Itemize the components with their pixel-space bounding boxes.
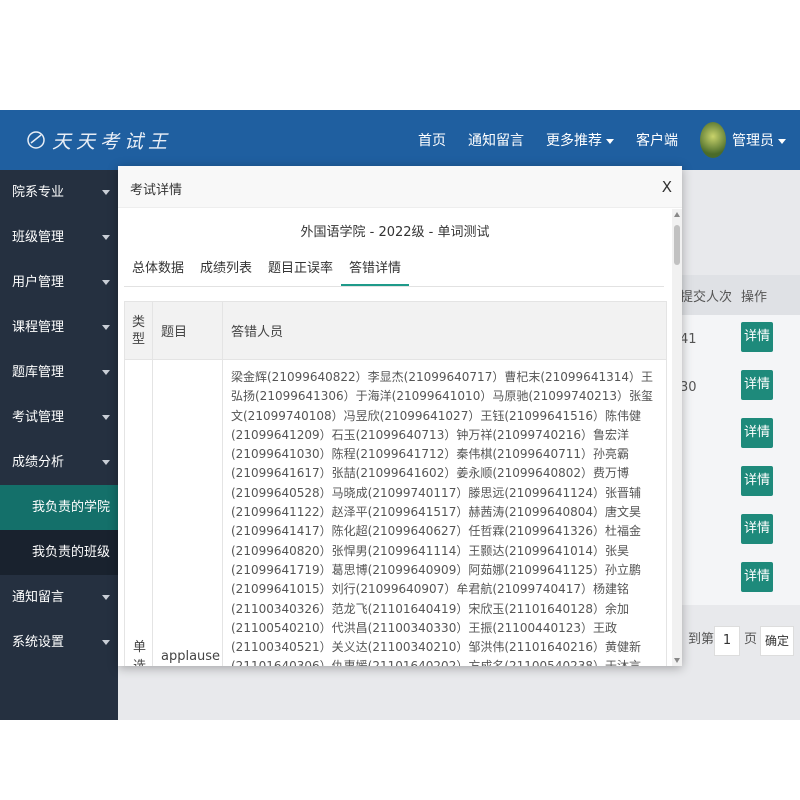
sidebar-item-label: 用户管理 <box>12 275 65 290</box>
modal-tabs: 总体数据 成绩列表 题目正误率 答错详情 <box>124 252 664 287</box>
tab-wrong-answer-details[interactable]: 答错详情 <box>341 252 410 286</box>
nav-more-label: 更多推荐 <box>546 133 602 149</box>
detail-button[interactable]: 详情 <box>741 370 773 400</box>
sidebar-item-classes[interactable]: 班级管理 <box>0 215 118 260</box>
chevron-down-icon <box>102 235 110 240</box>
column-header-type: 类型 <box>125 302 153 359</box>
submit-count-value: 41 <box>680 332 697 347</box>
detail-button[interactable]: 详情 <box>741 514 773 544</box>
app-window: 天天考试王 首页 通知留言 更多推荐 客户端 管理员 院系专业 班级管理 用户管… <box>0 110 800 720</box>
sidebar-subitem-my-college[interactable]: 我负责的学院 <box>0 485 118 530</box>
chevron-down-icon <box>778 138 786 144</box>
user-menu[interactable]: 管理员 <box>732 130 786 150</box>
chevron-down-icon <box>102 595 110 600</box>
chevron-down-icon <box>102 370 110 375</box>
top-nav: 首页 通知留言 更多推荐 客户端 管理员 <box>418 110 800 170</box>
logo-text: 天天考试王 <box>52 130 173 153</box>
sidebar-subitem-my-class[interactable]: 我负责的班级 <box>0 530 118 575</box>
pager-page-unit: 页 <box>744 632 758 647</box>
modal-scrollbar[interactable] <box>672 209 682 666</box>
wrong-answer-table: 类型 题目 答错人员 单选 applause 梁金辉(21099640822）李… <box>124 301 667 666</box>
operation-header: 操作 <box>741 290 768 305</box>
nav-messages[interactable]: 通知留言 <box>468 130 524 150</box>
sidebar-item-label: 通知留言 <box>12 590 65 605</box>
detail-button[interactable]: 详情 <box>741 322 773 352</box>
wrong-people-list: 梁金辉(21099640822）李显杰(21099640717）曹杞末(2109… <box>231 370 653 666</box>
table-header: 类型 题目 答错人员 <box>125 302 666 360</box>
type-cell: 单选 <box>125 360 153 666</box>
tab-question-accuracy[interactable]: 题目正误率 <box>260 252 341 286</box>
modal-header: 考试详情 X <box>118 166 682 208</box>
chevron-down-icon <box>102 415 110 420</box>
logo[interactable]: 天天考试王 <box>26 124 172 156</box>
column-header-wrong-people: 答错人员 <box>231 325 284 340</box>
sidebar-item-label: 题库管理 <box>12 365 65 380</box>
sidebar-item-courses[interactable]: 课程管理 <box>0 305 118 350</box>
column-header-question: 题目 <box>153 302 223 359</box>
nav-client[interactable]: 客户端 <box>636 130 678 150</box>
tab-overall-data[interactable]: 总体数据 <box>124 252 192 286</box>
nav-more[interactable]: 更多推荐 <box>546 130 614 150</box>
submit-count-value: 30 <box>680 380 697 395</box>
top-bar: 天天考试王 首页 通知留言 更多推荐 客户端 管理员 <box>0 110 800 170</box>
sidebar-item-label: 成绩分析 <box>12 455 65 470</box>
chevron-down-icon <box>606 138 614 144</box>
exam-detail-modal: 考试详情 X 外国语学院 - 2022级 - 单词测试 总体数据 成绩列表 题目… <box>118 166 682 666</box>
chevron-down-icon <box>102 325 110 330</box>
sidebar-item-users[interactable]: 用户管理 <box>0 260 118 305</box>
detail-button[interactable]: 详情 <box>741 466 773 496</box>
sidebar-item-score-analysis[interactable]: 成绩分析 <box>0 440 118 485</box>
chevron-down-icon <box>102 280 110 285</box>
nav-home[interactable]: 首页 <box>418 130 446 150</box>
scroll-down-arrow-icon[interactable] <box>674 658 680 663</box>
sidebar-item-label: 院系专业 <box>12 185 65 200</box>
tab-score-list[interactable]: 成绩列表 <box>192 252 260 286</box>
sidebar-item-question-bank[interactable]: 题库管理 <box>0 350 118 395</box>
close-icon[interactable]: X <box>662 178 672 196</box>
sidebar-item-label: 系统设置 <box>12 635 65 650</box>
sidebar: 院系专业 班级管理 用户管理 课程管理 题库管理 考试管理 成绩分析 我负责的学… <box>0 170 118 720</box>
logo-icon <box>27 131 45 149</box>
sidebar-item-departments[interactable]: 院系专业 <box>0 170 118 215</box>
detail-button[interactable]: 详情 <box>741 418 773 448</box>
chevron-down-icon <box>102 640 110 645</box>
scroll-up-arrow-icon[interactable] <box>674 212 680 217</box>
sidebar-item-label: 班级管理 <box>12 230 65 245</box>
modal-body: 外国语学院 - 2022级 - 单词测试 总体数据 成绩列表 题目正误率 答错详… <box>118 209 682 666</box>
scrollbar-thumb[interactable] <box>674 225 680 265</box>
user-name: 管理员 <box>732 133 774 149</box>
pager-goto-label: 到第 <box>688 632 715 647</box>
page-number-input[interactable]: 1 <box>714 626 740 656</box>
pager-confirm-button[interactable]: 确定 <box>760 626 794 656</box>
table-row: 单选 applause 梁金辉(21099640822）李显杰(21099640… <box>125 360 666 666</box>
chevron-down-icon <box>102 460 110 465</box>
detail-button[interactable]: 详情 <box>741 562 773 592</box>
sidebar-item-label: 课程管理 <box>12 320 65 335</box>
sidebar-item-settings[interactable]: 系统设置 <box>0 620 118 665</box>
sidebar-item-exams[interactable]: 考试管理 <box>0 395 118 440</box>
submit-count-header: 提交人次 <box>680 290 733 305</box>
sidebar-item-label: 考试管理 <box>12 410 65 425</box>
chevron-down-icon <box>102 190 110 195</box>
modal-title: 考试详情 <box>130 183 183 198</box>
avatar[interactable] <box>700 122 726 158</box>
exam-title: 外国语学院 - 2022级 - 单词测试 <box>300 225 490 240</box>
question-cell: applause <box>153 360 223 666</box>
sidebar-item-notices[interactable]: 通知留言 <box>0 575 118 620</box>
question-word: applause <box>161 649 221 664</box>
question-type: 单选 <box>133 640 147 666</box>
